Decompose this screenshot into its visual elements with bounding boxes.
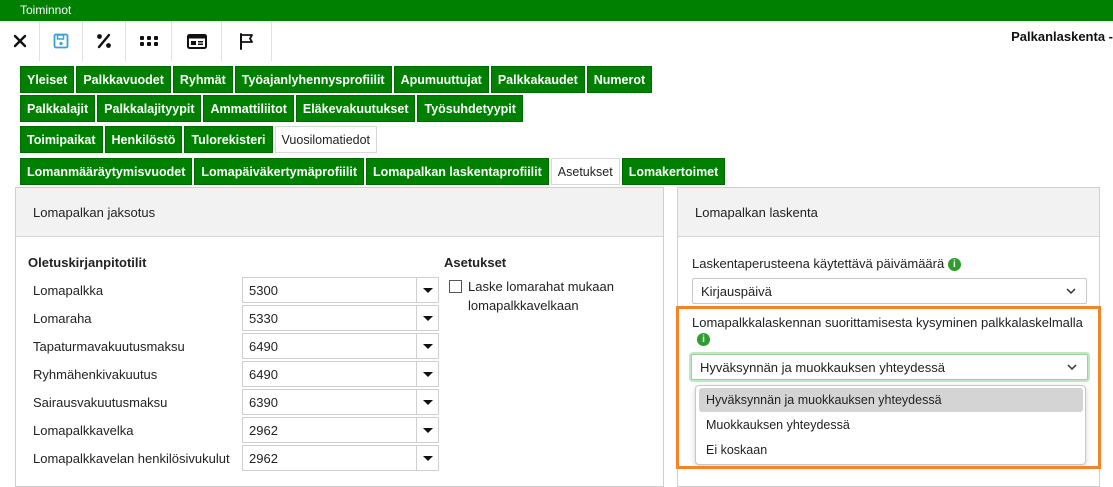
menu-title[interactable]: Toiminnot bbox=[20, 3, 71, 17]
account-value[interactable]: 2962 bbox=[243, 423, 416, 438]
tab-lomapalkan-laskentaprofiilit[interactable]: Lomapalkan laskentaprofiilit bbox=[366, 158, 549, 185]
info-icon[interactable]: i bbox=[947, 258, 961, 272]
account-select-lomaraha[interactable]: 5330 bbox=[242, 305, 439, 331]
app-title: Palkanlaskenta - bbox=[1011, 29, 1113, 44]
tab-ammattiliitot[interactable]: Ammattiliitot bbox=[203, 95, 294, 122]
tab-toimipaikat[interactable]: Toimipaikat bbox=[20, 126, 103, 153]
checkbox-label-line1: Laske lomarahat mukaan bbox=[468, 279, 614, 294]
dropdown-arrow-icon[interactable] bbox=[416, 446, 438, 470]
date-label: Laskentaperusteena käytettävä päivämäärä… bbox=[692, 256, 961, 272]
tab-tyoajanlyhennysprofiilit[interactable]: Työajanlyhennysprofiilit bbox=[234, 66, 392, 93]
account-label-lomaraha: Lomaraha bbox=[33, 311, 92, 326]
chevron-down-icon bbox=[1066, 288, 1076, 295]
tab-ryhmat[interactable]: Ryhmät bbox=[172, 66, 233, 93]
tab-palkkalajityypit[interactable]: Palkkalajityypit bbox=[97, 95, 202, 122]
close-icon bbox=[13, 34, 26, 48]
account-label-lomapalkkavelan-henkilosivukulut: Lomapalkkavelan henkilösivukulut bbox=[33, 451, 230, 466]
tab-elakevakuutukset[interactable]: Eläkevakuutukset bbox=[295, 95, 416, 122]
tab-asetukset[interactable]: Asetukset bbox=[550, 158, 620, 185]
tab-row-2: Palkkalajit Palkkalajityypit Ammattiliit… bbox=[20, 95, 525, 122]
account-select-ryhmahenkivakuutus[interactable]: 6490 bbox=[242, 361, 439, 387]
id-card-icon bbox=[186, 33, 207, 49]
account-label-ryhmahenkivakuutus: Ryhmähenkivakuutus bbox=[33, 367, 158, 382]
account-value[interactable]: 5300 bbox=[243, 283, 416, 298]
account-label-lomapalkkavelka: Lomapalkkavelka bbox=[33, 423, 134, 438]
settings-heading: Asetukset bbox=[444, 255, 507, 270]
highlight-frame bbox=[676, 306, 1101, 469]
account-select-lomapalkka[interactable]: 5300 bbox=[242, 277, 439, 303]
account-label-lomapalkka: Lomapalkka bbox=[33, 283, 104, 298]
dropdown-arrow-icon[interactable] bbox=[416, 306, 438, 330]
menu-bar[interactable]: Toiminnot bbox=[0, 0, 1113, 21]
percent-button[interactable] bbox=[83, 21, 126, 61]
dropdown-arrow-icon[interactable] bbox=[416, 334, 438, 358]
close-button[interactable] bbox=[0, 21, 40, 61]
dropdown-arrow-icon[interactable] bbox=[416, 418, 438, 442]
tab-numerot[interactable]: Numerot bbox=[586, 66, 653, 93]
account-value[interactable]: 5330 bbox=[243, 311, 416, 326]
tab-yleiset[interactable]: Yleiset bbox=[20, 66, 75, 93]
apps-icon bbox=[139, 36, 158, 46]
tab-apumuuttujat[interactable]: Apumuuttujat bbox=[393, 66, 489, 93]
toolbar: Palkanlaskenta - bbox=[0, 21, 1113, 61]
account-value[interactable]: 2962 bbox=[243, 451, 416, 466]
tab-palkkalajit[interactable]: Palkkalajit bbox=[20, 95, 96, 122]
tab-row-3: Toimipaikat Henkilöstö Tulorekisteri Vuo… bbox=[20, 126, 379, 153]
tab-tulorekisteri[interactable]: Tulorekisteri bbox=[184, 126, 273, 153]
apps-button[interactable] bbox=[126, 21, 172, 61]
tab-palkkavuodet[interactable]: Palkkavuodet bbox=[76, 66, 171, 93]
tab-lomanmaaraytymisvuodet[interactable]: Lomanmääräytymisvuodet bbox=[20, 158, 193, 185]
checkbox-label-line2: lomapalkkavelkaan bbox=[468, 298, 579, 313]
date-label-text: Laskentaperusteena käytettävä päivämäärä bbox=[692, 256, 945, 271]
dropdown-arrow-icon[interactable] bbox=[416, 362, 438, 386]
tab-lomakertoimet[interactable]: Lomakertoimet bbox=[621, 158, 726, 185]
account-select-lomapalkkavelan-henkilosivukulut[interactable]: 2962 bbox=[242, 445, 439, 471]
account-value[interactable]: 6490 bbox=[243, 367, 416, 382]
account-label-sairausvakuutusmaksu: Sairausvakuutusmaksu bbox=[33, 395, 168, 410]
tab-row-1: Yleiset Palkkavuodet Ryhmät Työajanlyhen… bbox=[20, 66, 654, 93]
flag-icon bbox=[239, 32, 253, 50]
panel-title: Lomapalkan jaksotus bbox=[16, 188, 663, 237]
laske-lomarahat-checkbox[interactable] bbox=[449, 280, 462, 293]
account-label-tapaturmavakuutusmaksu: Tapaturmavakuutusmaksu bbox=[33, 339, 185, 354]
accounts-heading: Oletuskirjanpitotilit bbox=[28, 255, 147, 270]
tab-henkilosto[interactable]: Henkilöstö bbox=[104, 126, 183, 153]
dropdown-arrow-icon[interactable] bbox=[416, 278, 438, 302]
panel-title: Lomapalkan laskenta bbox=[678, 188, 1099, 237]
account-value[interactable]: 6390 bbox=[243, 395, 416, 410]
account-select-lomapalkkavelka[interactable]: 2962 bbox=[242, 417, 439, 443]
tab-row-4: Lomanmääräytymisvuodet Lomapäiväkertymäp… bbox=[20, 158, 727, 185]
flag-button[interactable] bbox=[222, 21, 272, 61]
percent-icon bbox=[97, 33, 111, 49]
dropdown-arrow-icon[interactable] bbox=[416, 390, 438, 414]
tab-tyosuhdetyypit[interactable]: Työsuhdetyypit bbox=[417, 95, 523, 122]
save-icon bbox=[53, 33, 69, 49]
date-select[interactable]: Kirjauspäivä bbox=[692, 278, 1087, 304]
tab-palkkakaudet[interactable]: Palkkakaudet bbox=[490, 66, 585, 93]
account-select-tapaturmavakuutusmaksu[interactable]: 6490 bbox=[242, 333, 439, 359]
id-card-button[interactable] bbox=[172, 21, 222, 61]
account-select-sairausvakuutusmaksu[interactable]: 6390 bbox=[242, 389, 439, 415]
tab-vuosilomatiedot[interactable]: Vuosilomatiedot bbox=[274, 126, 378, 153]
tab-lomapaivakertymaprofiilit[interactable]: Lomapäiväkertymäprofiilit bbox=[194, 158, 364, 185]
save-button[interactable] bbox=[40, 21, 83, 61]
account-value[interactable]: 6490 bbox=[243, 339, 416, 354]
date-select-value[interactable]: Kirjauspäivä bbox=[701, 284, 772, 299]
